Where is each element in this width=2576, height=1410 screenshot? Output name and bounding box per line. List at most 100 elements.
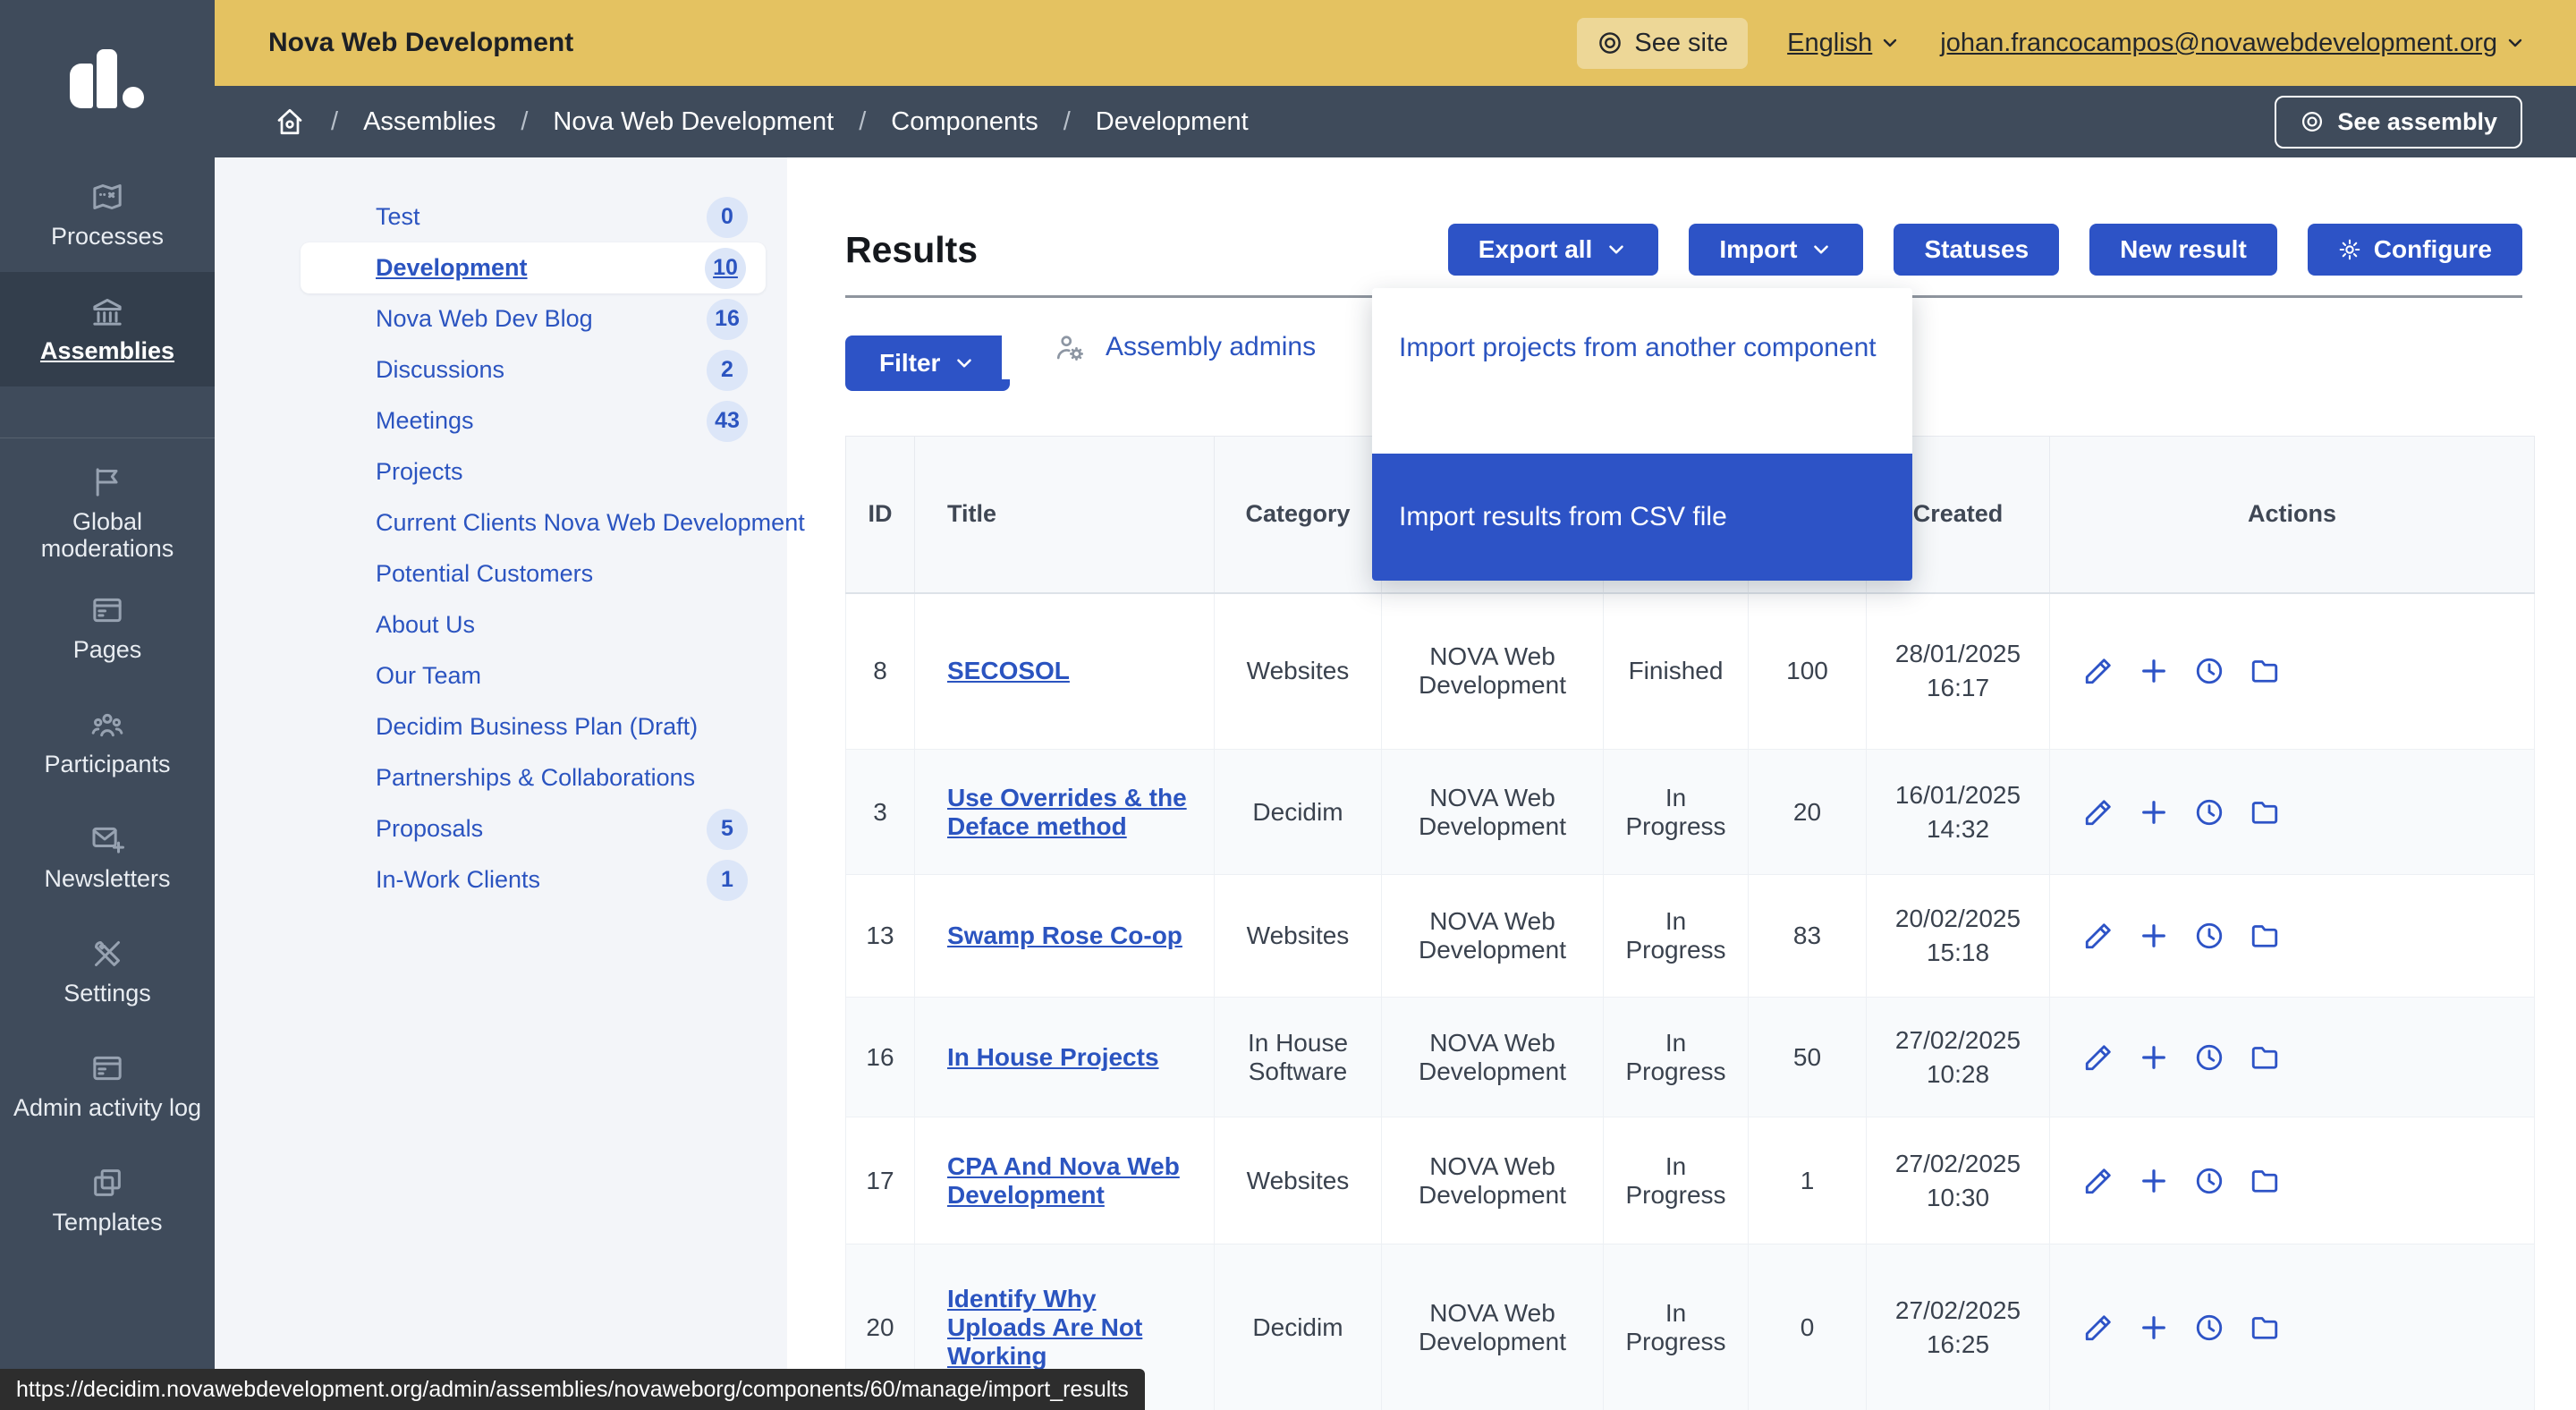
history-action-icon[interactable]: [2193, 655, 2225, 687]
component-item-meetings[interactable]: Meetings 43: [215, 395, 787, 446]
import-button[interactable]: Import: [1689, 224, 1863, 276]
see-assembly-button[interactable]: See assembly: [2275, 96, 2522, 149]
folder-action-icon[interactable]: [2249, 920, 2281, 952]
sidebar-item-processes[interactable]: Processes: [0, 157, 215, 272]
edit-action-icon[interactable]: [2082, 1312, 2114, 1344]
statuses-button[interactable]: Statuses: [1894, 224, 2059, 276]
breadcrumb-item[interactable]: Assemblies: [363, 107, 496, 137]
delete-action-icon[interactable]: [2470, 655, 2503, 687]
sidebar-item-global-moderations[interactable]: Global moderations: [0, 456, 215, 571]
add-action-icon[interactable]: [2138, 655, 2170, 687]
delete-action-icon[interactable]: [2470, 796, 2503, 828]
result-title-link[interactable]: Swamp Rose Co-op: [947, 922, 1182, 949]
result-title-link[interactable]: Use Overrides & the Deface method: [947, 784, 1187, 840]
menu-item-import-projects-from-another-component[interactable]: Import projects from another component: [1372, 288, 1912, 454]
sidebar-item-participants[interactable]: Participants: [0, 685, 215, 800]
new-result-button[interactable]: New result: [2089, 224, 2277, 276]
sidebar-item-admin-activity-log[interactable]: Admin activity log: [0, 1029, 215, 1143]
menu-item-import-results-from-csv-file[interactable]: Import results from CSV file: [1372, 454, 1912, 581]
breadcrumb-item[interactable]: Development: [1096, 107, 1249, 137]
preview-action-icon[interactable]: [2360, 1165, 2392, 1197]
folder-action-icon[interactable]: [2249, 655, 2281, 687]
attachments-action-icon[interactable]: [2304, 655, 2336, 687]
sidebar-item-templates[interactable]: Templates: [0, 1143, 215, 1258]
attachments-action-icon[interactable]: [2304, 1165, 2336, 1197]
edit-action-icon[interactable]: [2082, 1041, 2114, 1074]
component-item-proposals[interactable]: Proposals 5: [215, 803, 787, 854]
delete-action-icon[interactable]: [2470, 1165, 2503, 1197]
attachments-action-icon[interactable]: [2304, 920, 2336, 952]
sidebar-item-label: Templates: [47, 1210, 167, 1236]
user-menu[interactable]: johan.francocampos@novawebdevelopment.or…: [1940, 29, 2526, 58]
permissions-action-icon[interactable]: [2415, 1312, 2447, 1344]
add-action-icon[interactable]: [2138, 1041, 2170, 1074]
history-action-icon[interactable]: [2193, 1165, 2225, 1197]
component-item-development[interactable]: Development 10: [301, 242, 766, 293]
sidebar-item-assemblies[interactable]: Assemblies: [0, 272, 215, 386]
add-action-icon[interactable]: [2138, 1165, 2170, 1197]
count-badge: 10: [705, 248, 746, 289]
result-title-link[interactable]: In House Projects: [947, 1043, 1159, 1071]
permissions-action-icon[interactable]: [2415, 655, 2447, 687]
column-header-title: Title: [915, 437, 1215, 593]
component-item-discussions[interactable]: Discussions 2: [215, 344, 787, 395]
home-icon[interactable]: [274, 106, 306, 138]
component-item-nova-web-dev-blog[interactable]: Nova Web Dev Blog 16: [215, 293, 787, 344]
preview-action-icon[interactable]: [2360, 1312, 2392, 1344]
folder-action-icon[interactable]: [2249, 1312, 2281, 1344]
preview-action-icon[interactable]: [2360, 1041, 2392, 1074]
preview-action-icon[interactable]: [2360, 655, 2392, 687]
sidebar-item-newsletters[interactable]: Newsletters: [0, 800, 215, 914]
preview-action-icon[interactable]: [2360, 796, 2392, 828]
component-item-potential-customers[interactable]: Potential Customers: [215, 548, 787, 599]
component-item-projects[interactable]: Projects: [215, 446, 787, 497]
export-all-button[interactable]: Export all: [1448, 224, 1659, 276]
edit-action-icon[interactable]: [2082, 920, 2114, 952]
history-action-icon[interactable]: [2193, 920, 2225, 952]
component-item-test[interactable]: Test 0: [215, 191, 787, 242]
attachments-action-icon[interactable]: [2304, 1041, 2336, 1074]
attachments-action-icon[interactable]: [2304, 796, 2336, 828]
add-action-icon[interactable]: [2138, 920, 2170, 952]
folder-action-icon[interactable]: [2249, 1041, 2281, 1074]
add-action-icon[interactable]: [2138, 796, 2170, 828]
attachments-action-icon[interactable]: [2304, 1312, 2336, 1344]
permissions-action-icon[interactable]: [2415, 1165, 2447, 1197]
preview-action-icon[interactable]: [2360, 920, 2392, 952]
result-title-link[interactable]: Identify Why Uploads Are Not Working: [947, 1285, 1142, 1370]
result-title-link[interactable]: CPA And Nova Web Development: [947, 1152, 1180, 1209]
language-dropdown[interactable]: English: [1787, 29, 1901, 58]
folder-action-icon[interactable]: [2249, 1165, 2281, 1197]
edit-action-icon[interactable]: [2082, 655, 2114, 687]
permissions-action-icon[interactable]: [2415, 796, 2447, 828]
history-action-icon[interactable]: [2193, 1041, 2225, 1074]
component-item-in-work-clients[interactable]: In-Work Clients 1: [215, 854, 787, 905]
component-item-our-team[interactable]: Our Team: [215, 650, 787, 701]
breadcrumb-item[interactable]: Nova Web Development: [553, 107, 834, 137]
breadcrumb-item[interactable]: Components: [891, 107, 1038, 137]
permissions-action-icon[interactable]: [2415, 1041, 2447, 1074]
cell-title: Use Overrides & the Deface method: [915, 750, 1215, 875]
permissions-action-icon[interactable]: [2415, 920, 2447, 952]
delete-action-icon[interactable]: [2470, 920, 2503, 952]
history-action-icon[interactable]: [2193, 1312, 2225, 1344]
sidebar-item-settings[interactable]: Settings: [0, 914, 215, 1029]
edit-action-icon[interactable]: [2082, 1165, 2114, 1197]
sidebar-item-pages[interactable]: Pages: [0, 571, 215, 685]
component-item-partnerships-collaborations[interactable]: Partnerships & Collaborations: [215, 752, 787, 803]
add-action-icon[interactable]: [2138, 1312, 2170, 1344]
filter-button[interactable]: Filter: [845, 336, 1010, 391]
component-item-current-clients-nova-web-development[interactable]: Current Clients Nova Web Development: [215, 497, 787, 548]
mail-plus-icon: [89, 821, 125, 857]
history-action-icon[interactable]: [2193, 796, 2225, 828]
see-site-link[interactable]: See site: [1577, 18, 1748, 69]
edit-action-icon[interactable]: [2082, 796, 2114, 828]
delete-action-icon[interactable]: [2470, 1312, 2503, 1344]
configure-button[interactable]: Configure: [2308, 224, 2522, 276]
brand-logo[interactable]: [70, 49, 150, 108]
component-item-decidim-business-plan-draft-[interactable]: Decidim Business Plan (Draft): [215, 701, 787, 752]
folder-action-icon[interactable]: [2249, 796, 2281, 828]
result-title-link[interactable]: SECOSOL: [947, 657, 1070, 684]
component-item-about-us[interactable]: About Us: [215, 599, 787, 650]
delete-action-icon[interactable]: [2470, 1041, 2503, 1074]
